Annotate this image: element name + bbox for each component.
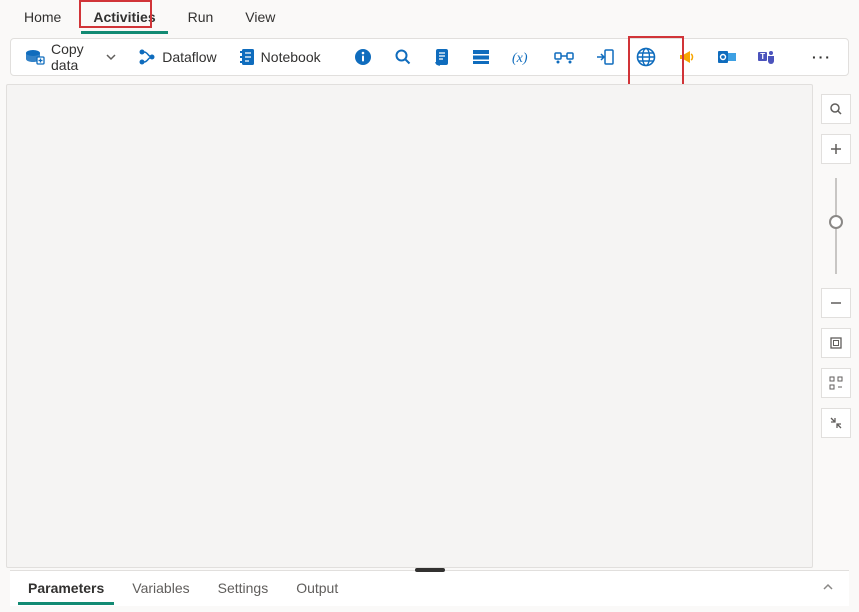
web-button[interactable] [630, 43, 662, 71]
bottom-tab-parameters[interactable]: Parameters [18, 572, 114, 605]
variable-icon: (x) [512, 49, 532, 65]
teams-button[interactable]: T [752, 45, 782, 69]
tab-run[interactable]: Run [176, 5, 226, 34]
info-button[interactable] [348, 44, 378, 70]
invoke-pipeline-button[interactable] [590, 45, 620, 69]
zoom-out-button[interactable] [821, 288, 851, 318]
notebook-label: Notebook [261, 49, 321, 65]
svg-text:T: T [760, 52, 765, 61]
dataflow-button[interactable]: Dataflow [132, 44, 222, 70]
script-button[interactable] [428, 44, 456, 70]
pipeline-canvas[interactable] [6, 84, 813, 568]
outlook-icon [718, 49, 736, 65]
teams-icon: T [758, 49, 776, 65]
dataflow-icon [138, 48, 156, 66]
announcement-button[interactable] [672, 45, 702, 69]
panel-resize-handle[interactable] [415, 568, 445, 572]
canvas-area [6, 84, 853, 568]
canvas-search-button[interactable] [821, 94, 851, 124]
notebook-button[interactable]: Notebook [233, 44, 327, 70]
bottom-panel: Parameters Variables Settings Output [10, 570, 849, 606]
svg-text:(x): (x) [512, 51, 528, 65]
copy-data-button[interactable]: Copy data [19, 37, 122, 77]
megaphone-icon [678, 49, 696, 65]
bottom-tab-output[interactable]: Output [286, 572, 348, 605]
tab-home[interactable]: Home [12, 5, 73, 34]
functions-icon [554, 49, 574, 65]
zoom-slider[interactable] [835, 178, 837, 274]
info-icon [354, 48, 372, 66]
notebook-icon [239, 48, 255, 66]
chevron-down-icon [106, 52, 116, 62]
fit-to-screen-button[interactable] [821, 328, 851, 358]
panel-collapse-button[interactable] [815, 574, 841, 603]
bottom-tab-variables[interactable]: Variables [122, 572, 199, 605]
collapse-canvas-button[interactable] [821, 408, 851, 438]
bottom-tab-settings[interactable]: Settings [208, 572, 279, 605]
zoom-thumb[interactable] [829, 215, 843, 229]
lookup-button[interactable] [388, 44, 418, 70]
globe-icon [636, 47, 656, 67]
functions-button[interactable] [548, 45, 580, 69]
magnifier-icon [394, 48, 412, 66]
copy-data-icon [25, 49, 45, 65]
auto-align-button[interactable] [821, 368, 851, 398]
stored-procedure-button[interactable] [466, 45, 496, 69]
copy-data-label: Copy data [51, 41, 98, 73]
rows-icon [472, 49, 490, 65]
top-tab-bar: Home Activities Run View [0, 0, 859, 32]
activities-toolbar: Copy data Dataflow Notebook [10, 38, 849, 76]
zoom-in-button[interactable] [821, 134, 851, 164]
more-actions-button[interactable]: ··· [804, 45, 840, 69]
pipeline-icon [596, 49, 614, 65]
dataflow-label: Dataflow [162, 49, 216, 65]
canvas-side-controls [819, 94, 853, 438]
set-variable-button[interactable]: (x) [506, 45, 538, 69]
tab-view[interactable]: View [233, 5, 287, 34]
script-icon [434, 48, 450, 66]
tab-activities[interactable]: Activities [81, 5, 167, 34]
outlook-button[interactable] [712, 45, 742, 69]
